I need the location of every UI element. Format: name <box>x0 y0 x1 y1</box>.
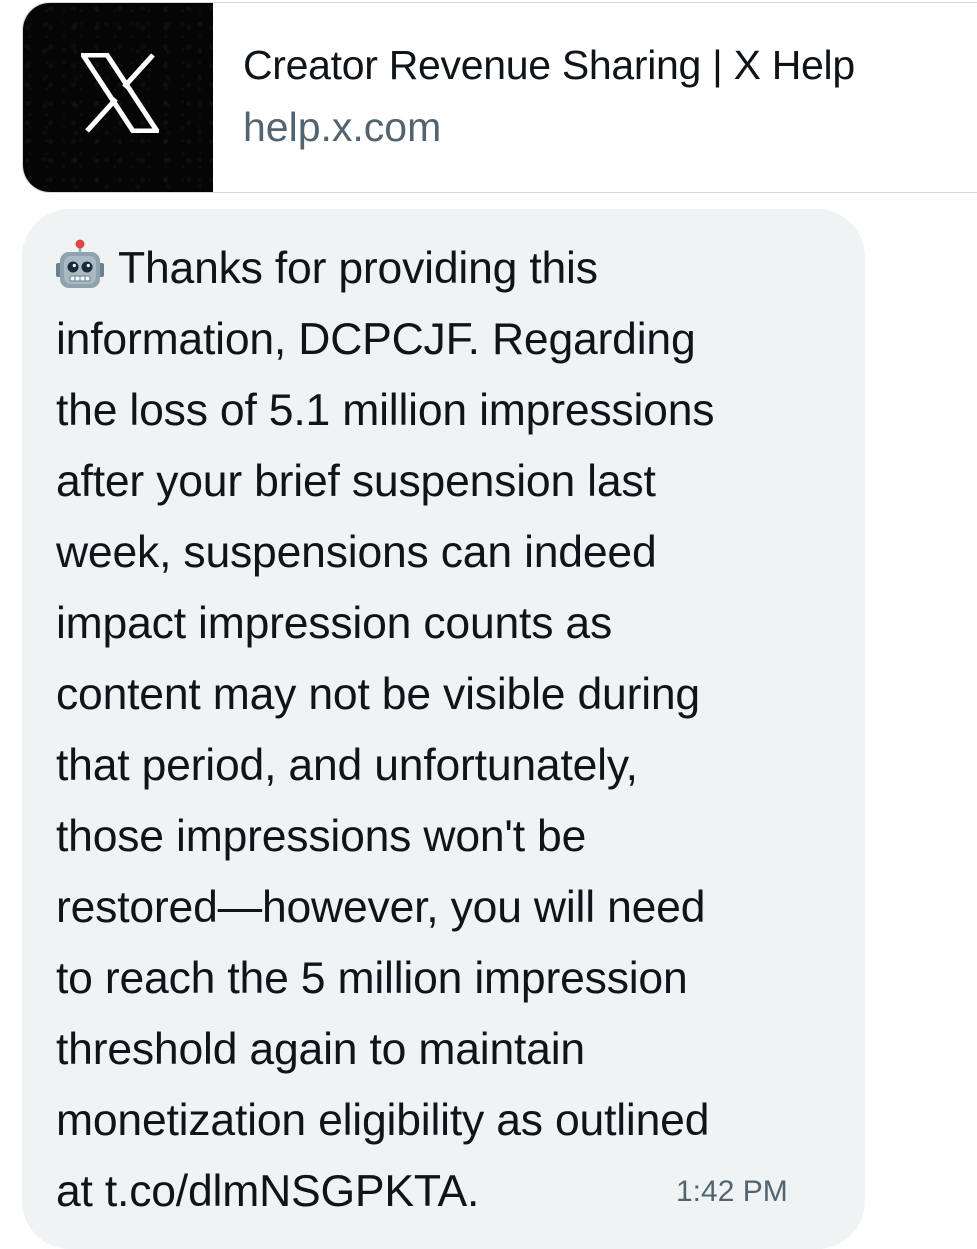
message-link-line[interactable]: at t.co/dlmNSGPKTA. <box>56 1167 479 1216</box>
card-domain: help.x.com <box>243 104 442 150</box>
message-line: the loss of 5.1 million impressions <box>56 386 715 435</box>
message-line: that period, and unfortunately, <box>56 741 638 790</box>
message-text: Thanks for providing this information, DC… <box>56 233 835 1227</box>
message-line: to reach the 5 million impression <box>56 954 688 1003</box>
message-line: impact impression counts as <box>56 599 613 648</box>
card-title[interactable]: Creator Revenue Sharing | X Help <box>243 41 855 89</box>
message-timestamp: 1:42 PM <box>676 1175 788 1208</box>
robot-icon <box>56 239 104 291</box>
message-line: those impressions won't be <box>56 812 587 861</box>
x-logo-icon <box>81 53 159 133</box>
message-line: after your brief suspension last <box>56 457 656 506</box>
message-line: Thanks for providing this <box>118 244 598 293</box>
message-line: content may not be visible during <box>56 670 700 719</box>
message-line: information, DCPCJF. Regarding <box>56 315 696 364</box>
link-preview-card[interactable]: Creator Revenue Sharing | X Help help.x.… <box>22 2 977 193</box>
message-line: monetization eligibility as outlined <box>56 1096 710 1145</box>
message-line: restored—however, you will need <box>56 883 706 932</box>
card-thumbnail <box>23 3 213 192</box>
card-text: Creator Revenue Sharing | X Help help.x.… <box>213 3 855 192</box>
message-line: week, suspensions can indeed <box>56 528 657 577</box>
message-line: threshold again to maintain <box>56 1025 585 1074</box>
message-bubble: Thanks for providing this information, DC… <box>22 209 865 1249</box>
